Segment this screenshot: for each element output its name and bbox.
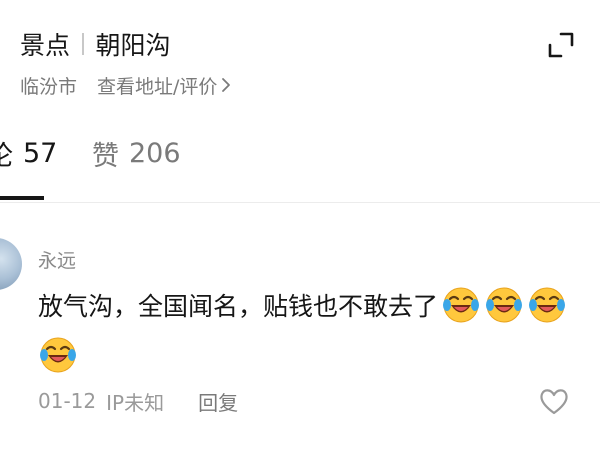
view-address-label: 查看地址/评价 <box>97 75 218 98</box>
tab-likes-label: 赞 <box>92 140 119 172</box>
laugh-crying-emoji-icon <box>443 287 480 323</box>
comment-tabs: 论 57 赞 206 <box>0 126 600 202</box>
comment-date: 01-12 <box>38 389 97 413</box>
tab-likes[interactable]: 赞 206 <box>92 126 181 180</box>
comment-text: 放气沟，全国闻名，贴钱也不敢去了 <box>38 292 439 321</box>
comment-text-line: 放气沟，全国闻名，贴钱也不敢去了 <box>38 284 567 326</box>
chevron-right-icon <box>222 78 231 92</box>
comment-ip-location: IP未知 <box>106 390 165 415</box>
title-row: 景点 朝阳沟 <box>20 26 171 62</box>
comment-meta: 01-12 IP未知 回复 <box>38 386 238 416</box>
category-label: 景点 <box>20 31 71 60</box>
tab-comments-label: 论 <box>0 134 13 173</box>
fullscreen-icon[interactable] <box>546 30 576 60</box>
tabs-divider <box>0 202 600 203</box>
view-address-link[interactable]: 查看地址/评价 <box>97 72 231 99</box>
laugh-crying-emoji-icon <box>486 287 523 323</box>
tab-likes-count: 206 <box>129 137 181 169</box>
city-label: 临汾市 <box>20 75 78 98</box>
header: 景点 朝阳沟 临汾市 查看地址/评价 <box>20 26 580 106</box>
tab-comments[interactable]: 论 57 <box>0 126 57 180</box>
comment-username[interactable]: 永远 <box>38 246 76 273</box>
place-name: 朝阳沟 <box>95 31 171 60</box>
reply-button[interactable]: 回复 <box>198 387 238 416</box>
active-tab-indicator <box>0 196 44 200</box>
title-divider <box>82 33 84 55</box>
comment-item: 永远 放气沟，全国闻名，贴钱也不敢去了 01-12 IP未知 回复 <box>0 222 600 432</box>
tab-comments-count: 57 <box>23 137 58 169</box>
heart-icon[interactable] <box>538 386 570 416</box>
subtitle-row: 临汾市 查看地址/评价 <box>20 70 231 100</box>
laugh-crying-emoji-icon <box>529 287 566 323</box>
comment-text-line-2 <box>38 334 78 376</box>
comments-page: 景点 朝阳沟 临汾市 查看地址/评价 论 57 赞 206 <box>0 0 600 450</box>
avatar[interactable] <box>0 238 22 290</box>
laugh-crying-emoji-icon <box>40 337 76 373</box>
